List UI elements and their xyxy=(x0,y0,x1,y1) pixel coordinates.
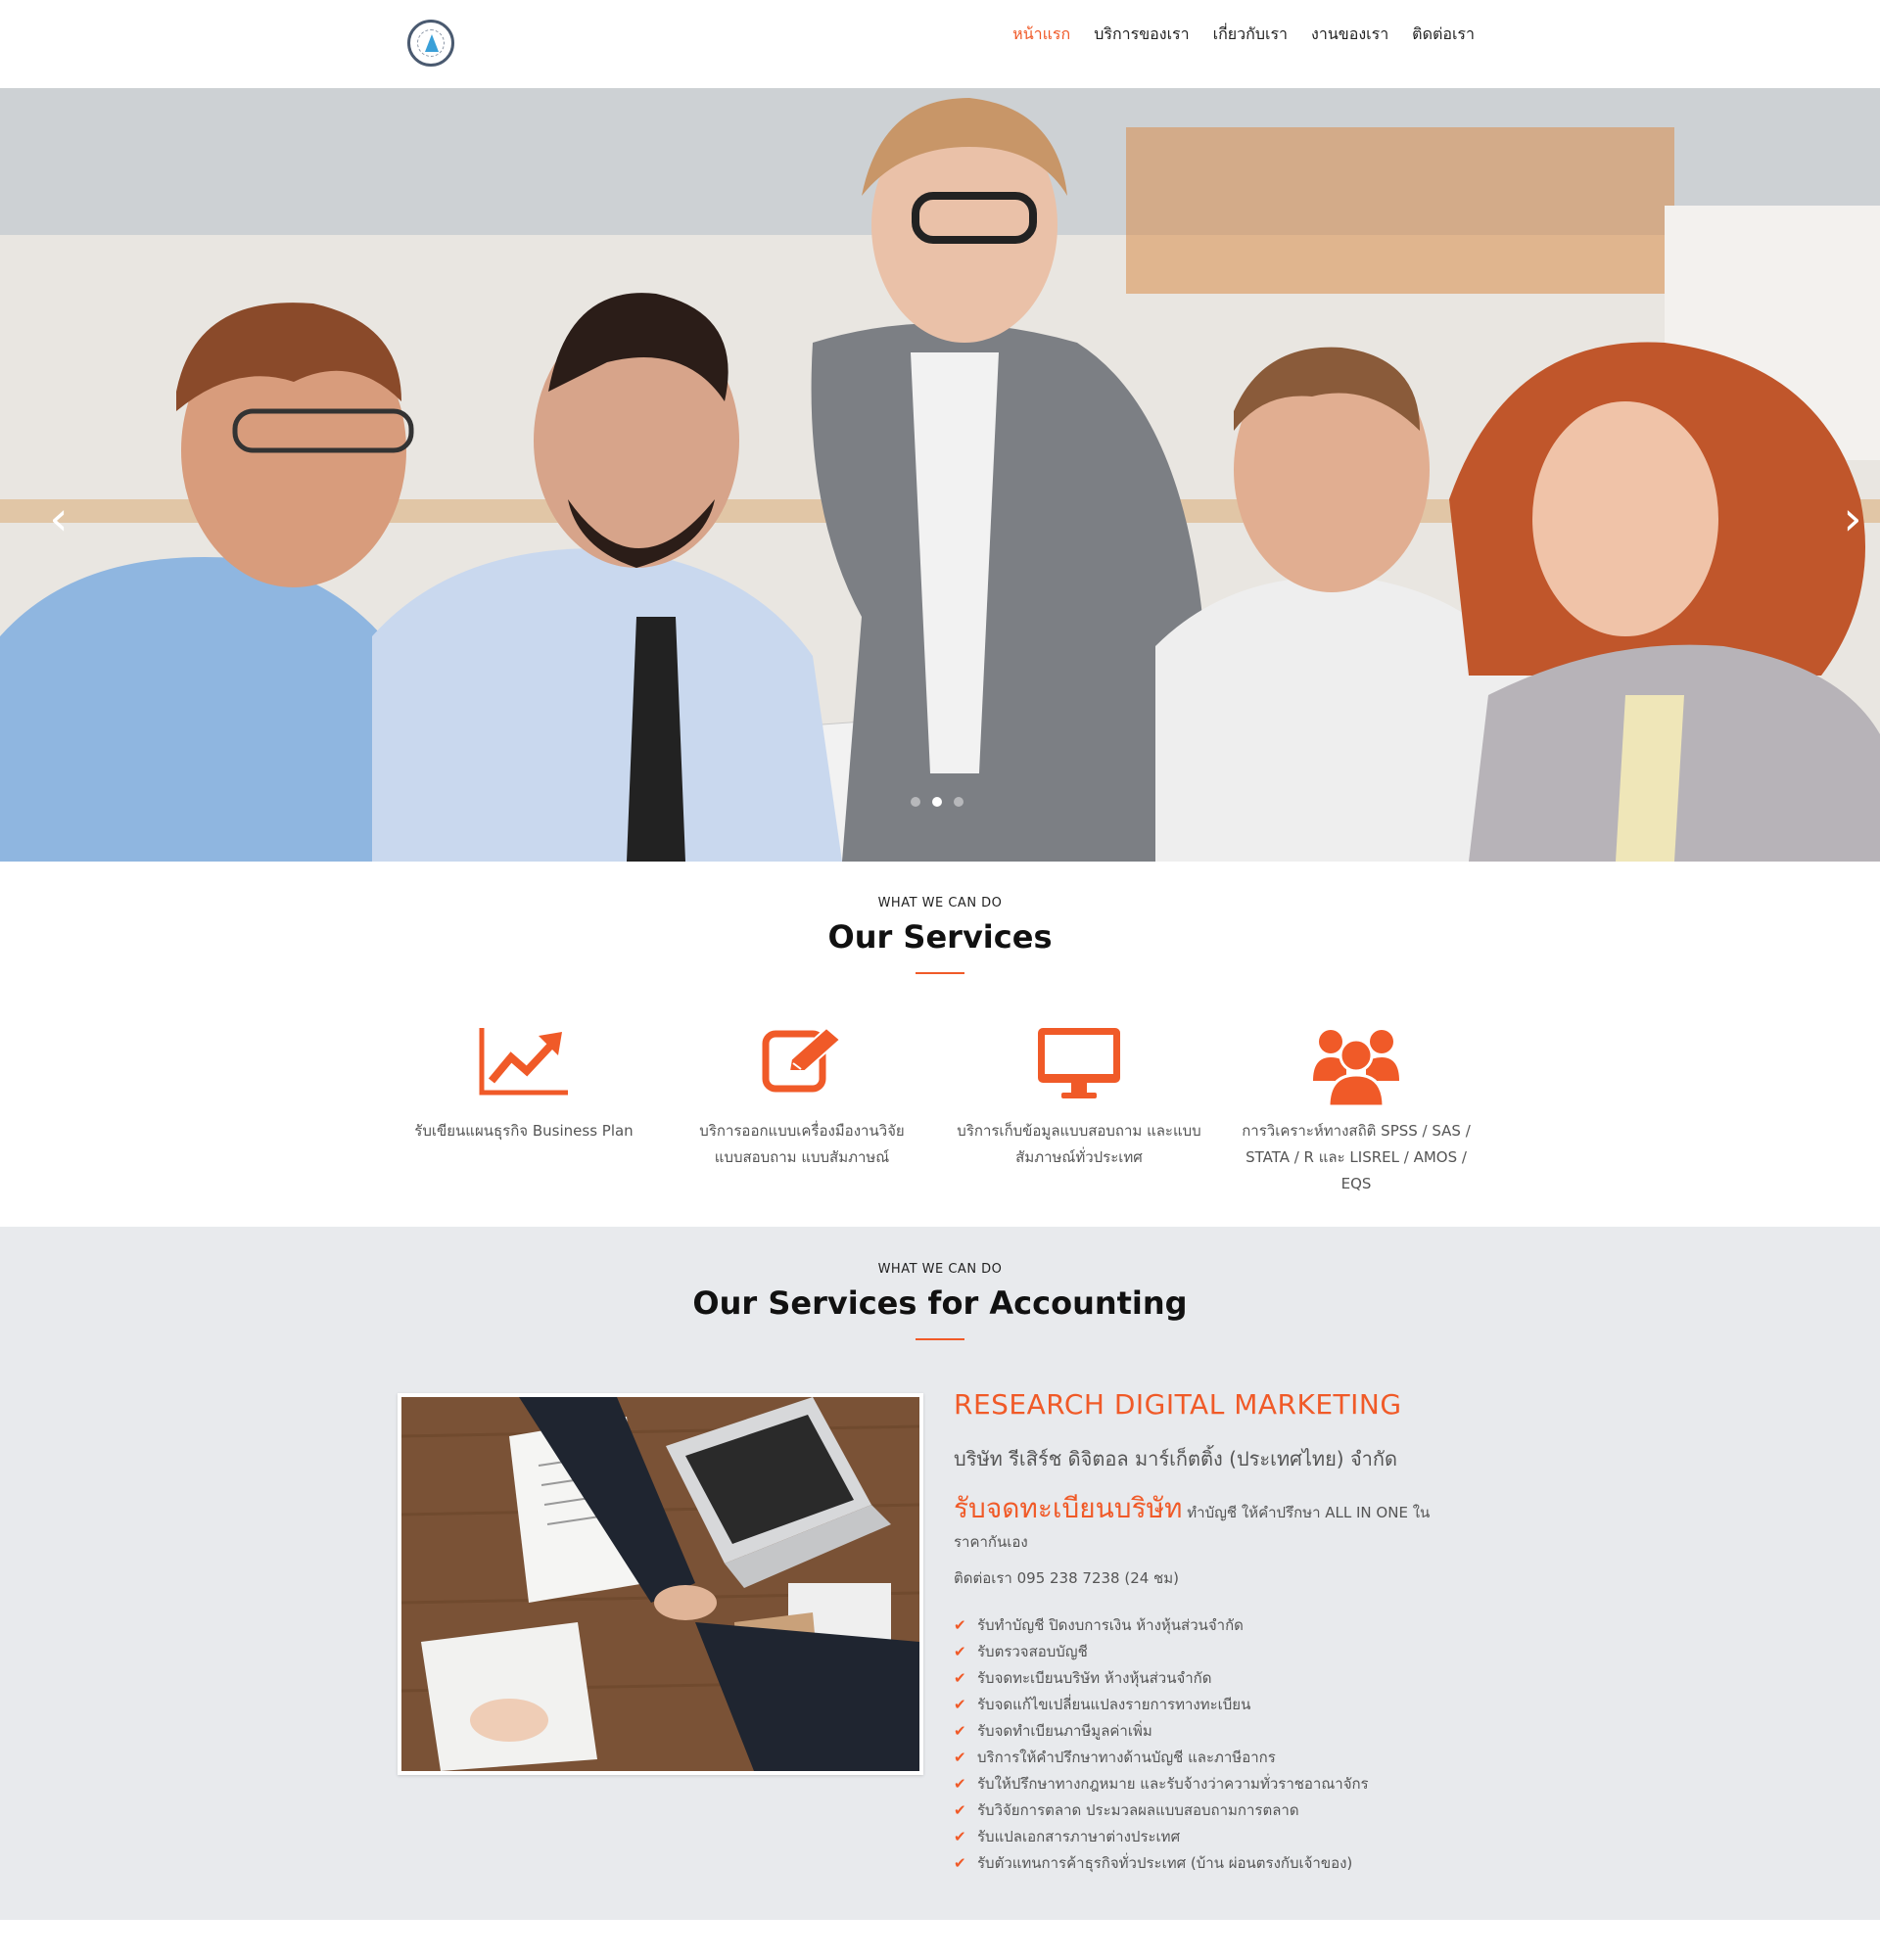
accounting-section xyxy=(0,1227,1880,1920)
service-label-line2: แบบสอบถาม แบบสัมภาษณ์ xyxy=(714,1148,890,1166)
list-item-text: รับให้ปรึกษาทางกฎหมาย และรับจ้างว่าความท… xyxy=(977,1774,1369,1793)
list-item: ✔ รับจดแก้ไขเปลี่ยนแปลงรายการทางทะเบียน xyxy=(954,1691,1369,1717)
check-icon: ✔ xyxy=(954,1695,966,1713)
chevron-right-icon: › xyxy=(1843,491,1862,546)
nav-item-about[interactable]: เกี่ยวกับเรา xyxy=(1213,23,1288,47)
nav-item-services[interactable]: บริการของเรา xyxy=(1094,23,1189,47)
services-eyebrow: WHAT WE CAN DO xyxy=(877,896,1003,910)
company-logo[interactable] xyxy=(407,20,454,67)
chevron-left-icon: ‹ xyxy=(49,491,69,546)
service-label-line2: STATA / R และ LISREL / AMOS / EQS xyxy=(1246,1148,1467,1192)
check-icon: ✔ xyxy=(954,1774,966,1793)
list-item-text: รับจดทำเบียนภาษีมูลค่าเพิ่ม xyxy=(977,1721,1152,1740)
users-icon xyxy=(1313,1030,1399,1106)
main-nav: หน้าแรก บริการของเรา เกี่ยวกับเรา งานของ… xyxy=(1012,0,1475,69)
registration-highlight: รับจดทะเบียนบริษัท xyxy=(954,1492,1183,1524)
check-icon: ✔ xyxy=(954,1853,966,1872)
accounting-services-list: ✔ รับทำบัญชี ปิดงบการเงิน ห้างหุ้นส่วนจำก… xyxy=(954,1611,1369,1876)
list-item-text: รับจดแก้ไขเปลี่ยนแปลงรายการทางทะเบียน xyxy=(977,1695,1251,1713)
list-item-text: บริการให้คำปรึกษาทางด้านบัญชี และภาษีอาก… xyxy=(977,1748,1276,1766)
check-icon: ✔ xyxy=(954,1748,966,1766)
handshake-desk-image xyxy=(401,1397,919,1771)
monitor-icon xyxy=(1038,1028,1120,1098)
accounting-photo xyxy=(398,1393,923,1775)
list-item: ✔ รับแปลเอกสารภาษาต่างประเทศ xyxy=(954,1823,1369,1849)
list-item-text: รับตัวแทนการค้าธุรกิจทั่วประเทศ (บ้าน ผ่… xyxy=(977,1853,1353,1872)
check-icon: ✔ xyxy=(954,1800,966,1819)
slider-prev-button[interactable]: ‹ xyxy=(39,490,78,548)
list-item-text: รับทำบัญชี ปิดงบการเงิน ห้างหุ้นส่วนจำกั… xyxy=(977,1615,1244,1634)
slider-pagination xyxy=(911,797,964,807)
service-item: บริการเก็บข้อมูลแบบสอบถาม และแบบ สัมภาษณ… xyxy=(957,1018,1201,1171)
accounting-title: Our Services for Accounting xyxy=(692,1284,1188,1322)
nav-item-contact[interactable]: ติดต่อเรา xyxy=(1412,23,1475,47)
services-title-underline xyxy=(916,972,964,974)
list-item-text: รับตรวจสอบบัญชี xyxy=(977,1642,1088,1660)
service-label: รับเขียนแผนธุรกิจ Business Plan xyxy=(414,1122,634,1140)
service-item: บริการออกแบบเครื่องมืองานวิจัย แบบสอบถาม… xyxy=(680,1018,924,1171)
check-icon: ✔ xyxy=(954,1668,966,1687)
contact-phone[interactable]: ติดต่อเรา 095 238 7238 (24 ชม) xyxy=(954,1566,1179,1590)
edit-icon xyxy=(762,1026,842,1093)
slider-dot-active[interactable] xyxy=(932,797,942,807)
nav-item-home[interactable]: หน้าแรก xyxy=(1012,23,1070,47)
list-item: ✔ รับให้ปรึกษาทางกฎหมาย และรับจ้างว่าความ… xyxy=(954,1770,1369,1797)
service-item: รับเขียนแผนธุรกิจ Business Plan xyxy=(401,1018,646,1144)
accounting-eyebrow: WHAT WE CAN DO xyxy=(877,1262,1003,1277)
company-description: รับจดทะเบียนบริษัท ทำบัญชี ให้คำปรึกษา A… xyxy=(954,1494,1463,1557)
list-item-text: รับจดทะเบียนบริษัท ห้างหุ้นส่วนจำกัด xyxy=(977,1668,1212,1687)
list-item: ✔ รับตัวแทนการค้าธุรกิจทั่วประเทศ (บ้าน ผ… xyxy=(954,1849,1369,1876)
site-header: หน้าแรก บริการของเรา เกี่ยวกับเรา งานของ… xyxy=(0,0,1880,89)
slider-dot[interactable] xyxy=(954,797,964,807)
company-name: บริษัท รีเสิร์ช ดิจิตอล มาร์เก็ตติ้ง (ปร… xyxy=(954,1447,1398,1470)
check-icon: ✔ xyxy=(954,1827,966,1845)
check-icon: ✔ xyxy=(954,1615,966,1634)
list-item: ✔ รับวิจัยการตลาด ประมวลผลแบบสอบถามการตลา… xyxy=(954,1797,1369,1823)
services-title: Our Services xyxy=(827,918,1053,956)
list-item-text: รับแปลเอกสารภาษาต่างประเทศ xyxy=(977,1827,1181,1845)
list-item: ✔ รับจดทะเบียนบริษัท ห้างหุ้นส่วนจำกัด xyxy=(954,1664,1369,1691)
hero-slider: ‹ › xyxy=(0,88,1880,862)
list-item: ✔ รับตรวจสอบบัญชี xyxy=(954,1638,1369,1664)
list-item: ✔ รับจดทำเบียนภาษีมูลค่าเพิ่ม xyxy=(954,1717,1369,1744)
company-title: RESEARCH DIGITAL MARKETING xyxy=(954,1388,1402,1421)
list-item: ✔ บริการให้คำปรึกษาทางด้านบัญชี และภาษีอา… xyxy=(954,1744,1369,1770)
service-item: การวิเคราะห์ทางสถิติ SPSS / SAS / STATA … xyxy=(1234,1018,1479,1197)
check-icon: ✔ xyxy=(954,1642,966,1660)
slider-next-button[interactable]: › xyxy=(1833,490,1872,548)
line-chart-icon xyxy=(479,1028,568,1096)
slider-dot[interactable] xyxy=(911,797,920,807)
list-item-text: รับวิจัยการตลาด ประมวลผลแบบสอบถามการตลาด xyxy=(977,1800,1299,1819)
nav-item-portfolio[interactable]: งานของเรา xyxy=(1311,23,1388,47)
hero-image xyxy=(0,88,1880,862)
check-icon: ✔ xyxy=(954,1721,966,1740)
accounting-title-underline xyxy=(916,1338,964,1340)
services-grid: รับเขียนแผนธุรกิจ Business Plan บริการออ… xyxy=(401,1018,1479,1192)
service-label-line2: สัมภาษณ์ทั่วประเทศ xyxy=(1015,1148,1143,1166)
list-item: ✔ รับทำบัญชี ปิดงบการเงิน ห้างหุ้นส่วนจำก… xyxy=(954,1611,1369,1638)
service-label: บริการเก็บข้อมูลแบบสอบถาม และแบบ xyxy=(957,1122,1201,1140)
service-label: บริการออกแบบเครื่องมืองานวิจัย xyxy=(699,1122,905,1140)
service-label: การวิเคราะห์ทางสถิติ SPSS / SAS / xyxy=(1242,1122,1471,1140)
